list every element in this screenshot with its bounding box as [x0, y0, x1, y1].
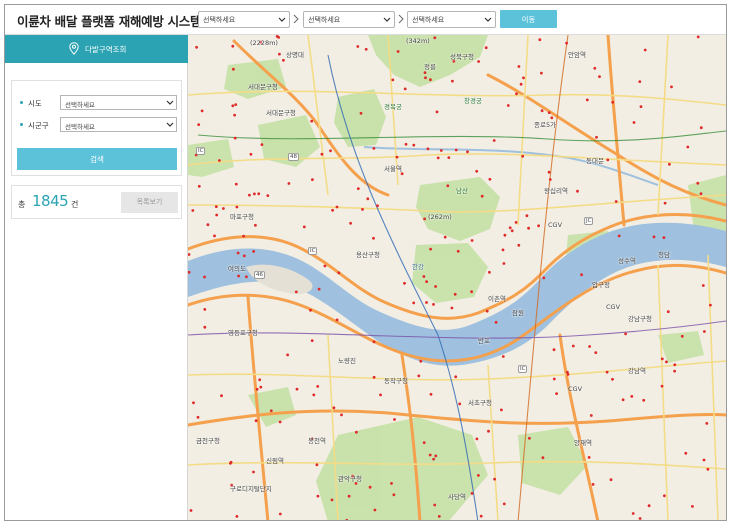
map-label: 서초구청 [468, 399, 492, 407]
map-label: 용산구청 [356, 251, 380, 259]
map-label: 48 [288, 153, 299, 161]
chevron-down-icon [383, 17, 391, 22]
map-label: 안암역 [568, 51, 586, 59]
app-title: 이륜차 배달 플랫폼 재해예방 시스템 [17, 14, 202, 29]
region-select-2[interactable]: 선택하세요 [303, 11, 395, 28]
map-label: IC [196, 147, 206, 155]
tab-label: 다발구역조회 [85, 45, 127, 54]
chevron-right-icon [398, 14, 404, 24]
map-label: 한강 [412, 263, 424, 271]
app-frame: 이륜차 배달 플랫폼 재해예방 시스템 선택하세요 선택하세요 선택하세요 이동… [4, 4, 727, 521]
map-label: 이촌역 [488, 295, 506, 303]
region-select-1[interactable]: 선택하세요 [198, 11, 290, 28]
chevron-right-icon [293, 14, 299, 24]
chevron-down-icon [166, 100, 174, 105]
search-form: 시도 선택하세요 시군구 선택하세요 검색 [11, 80, 182, 176]
map-label: 잠원 [512, 309, 524, 317]
map-label: 마포구청 [230, 213, 254, 221]
map-label: 성수역 [618, 257, 636, 265]
map-label: 왕십리역 [544, 187, 568, 195]
map-label: 정릉 [424, 63, 436, 71]
region-select-3-value: 선택하세요 [412, 16, 445, 24]
result-count-box: 총 1845 건 목록보기 [11, 185, 182, 219]
sido-select[interactable]: 선택하세요 [60, 95, 177, 110]
map-label: (342m) [406, 37, 430, 45]
sigungu-label: 시군구 [28, 121, 49, 130]
sido-select-value: 선택하세요 [65, 101, 95, 109]
map-label: 동작구청 [384, 377, 408, 385]
bullet-icon [20, 123, 23, 126]
map-label: JC [584, 217, 594, 225]
map-label: IC [518, 365, 528, 373]
map-label: 종로5가 [534, 121, 557, 129]
map-label: 구로디지털단지 [230, 485, 272, 493]
map-label: 창경궁 [464, 97, 482, 105]
map-label: CGV [548, 221, 563, 229]
map-label: 영등포구청 [228, 329, 258, 337]
count-prefix: 총 [18, 200, 26, 209]
result-count: 1845 [32, 192, 69, 210]
map-pin-icon [69, 42, 79, 55]
region-select-1-value: 선택하세요 [203, 16, 236, 24]
map-label: 노량진 [338, 357, 356, 365]
region-select-2-value: 선택하세요 [308, 16, 341, 24]
sigungu-field-row: 시군구 선택하세요 [20, 117, 178, 133]
sido-field-row: 시도 선택하세요 [20, 95, 178, 111]
chevron-down-icon [484, 17, 492, 22]
map-label: 상명대 [286, 51, 304, 59]
map-label: (2228m) [250, 39, 278, 47]
map-label: 강남역 [628, 367, 646, 375]
map-label: 청담 [658, 251, 670, 259]
top-bar: 이륜차 배달 플랫폼 재해예방 시스템 선택하세요 선택하세요 선택하세요 이동 [5, 5, 726, 35]
map-label: 46 [254, 271, 265, 279]
bullet-icon [20, 101, 23, 104]
map-label: (262m) [428, 213, 452, 221]
sido-label: 시도 [28, 99, 42, 108]
map-label: 관악구청 [338, 475, 362, 483]
list-view-button[interactable]: 목록보기 [121, 192, 178, 213]
map-label: 반포 [478, 337, 490, 345]
map-label: 서울역 [384, 165, 402, 173]
region-select-3[interactable]: 선택하세요 [407, 11, 496, 28]
map-label: 여의도 [228, 265, 246, 273]
map-label: 남산 [456, 187, 468, 195]
map-label: 서대문구청 [248, 83, 278, 91]
map-label: 금천구청 [196, 437, 220, 445]
map-label: 동대문 [586, 157, 604, 165]
map-label: 봉천역 [308, 437, 326, 445]
chevron-down-icon [278, 17, 286, 22]
map-label: CGV [606, 303, 621, 311]
search-button[interactable]: 검색 [17, 148, 177, 170]
map-labels: (2228m) (342m) 상명대 성북구청 정릉 안암역 서대문구청 서대문구청 경복궁 창경… [188, 35, 726, 520]
left-panel: 다발구역조회 시도 선택하세요 시군구 선택하세요 검색 총 1845 건 목록… [5, 35, 188, 520]
tab-hotspot-search[interactable]: 다발구역조회 [5, 35, 188, 63]
map-label: 강남구청 [628, 315, 652, 323]
map-view[interactable]: (2228m) (342m) 상명대 성북구청 정릉 안암역 서대문구청 서대문구청 경복궁 창경… [188, 35, 726, 520]
map-label: 압구정 [592, 281, 610, 289]
map-label: 사당역 [448, 493, 466, 501]
sigungu-select-value: 선택하세요 [65, 123, 95, 131]
map-label: 경복궁 [384, 103, 402, 111]
count-suffix: 건 [71, 200, 79, 209]
map-label: IC [308, 247, 318, 255]
map-label: 신림역 [266, 457, 284, 465]
map-label: 양재역 [574, 439, 592, 447]
sigungu-select[interactable]: 선택하세요 [60, 117, 177, 132]
map-label: CGV [568, 385, 583, 393]
chevron-down-icon [166, 122, 174, 127]
map-label: 서대문구청 [266, 109, 296, 117]
map-label: 성북구청 [450, 53, 474, 61]
move-button[interactable]: 이동 [500, 10, 557, 28]
